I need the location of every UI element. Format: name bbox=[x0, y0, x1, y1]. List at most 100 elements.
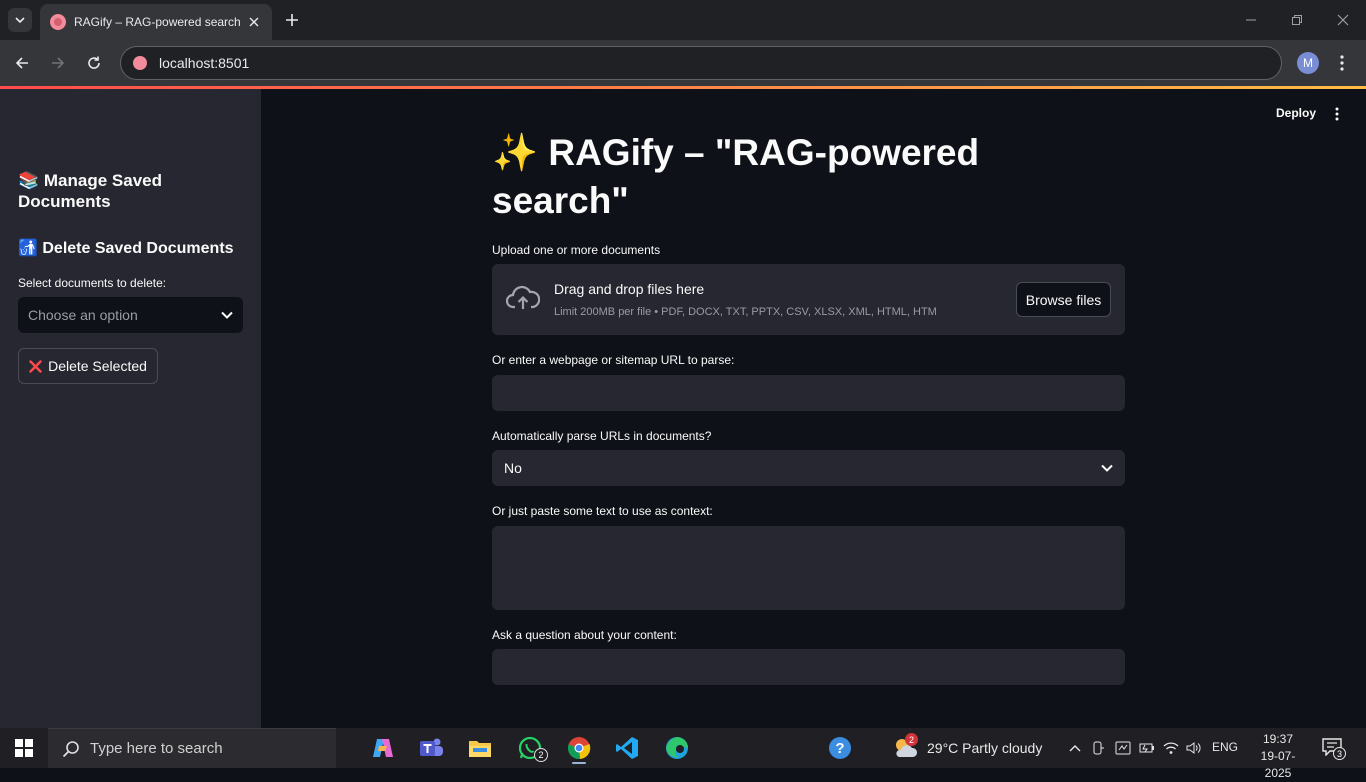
weather-text: 29°C Partly cloudy bbox=[927, 740, 1043, 756]
tab-search-button[interactable] bbox=[8, 8, 32, 32]
auto-parse-value: No bbox=[504, 460, 522, 476]
delete-selected-button[interactable]: Delete Selected bbox=[18, 348, 158, 384]
restore-button[interactable] bbox=[1274, 0, 1320, 40]
delete-selected-label: Delete Selected bbox=[48, 358, 147, 374]
sidebar: 📚 Manage Saved Documents 🚮 Delete Saved … bbox=[0, 89, 261, 728]
windows-logo-icon bbox=[15, 739, 33, 757]
back-button[interactable] bbox=[8, 49, 36, 77]
question-input[interactable] bbox=[492, 649, 1125, 685]
arrow-left-icon bbox=[15, 57, 28, 69]
auto-parse-select[interactable]: No bbox=[492, 450, 1125, 486]
notification-count: 3 bbox=[1333, 747, 1346, 760]
help-icon: ? bbox=[829, 737, 851, 759]
file-limit-text: Limit 200MB per file • PDF, DOCX, TXT, P… bbox=[554, 306, 937, 318]
multiselect-placeholder: Choose an option bbox=[28, 307, 138, 323]
search-icon bbox=[62, 740, 79, 757]
input-language[interactable]: ENG bbox=[1212, 740, 1238, 754]
delete-saved-documents-heading: 🚮 Delete Saved Documents bbox=[18, 240, 234, 257]
chevron-down-icon bbox=[1101, 464, 1113, 472]
help-app[interactable]: ? bbox=[824, 732, 856, 764]
browser-tab-active[interactable]: RAGify – RAG-powered search bbox=[40, 4, 272, 40]
edge-app[interactable] bbox=[661, 732, 693, 764]
main-content: Deploy ✨ RAGify – "RAG-powered search" U… bbox=[261, 89, 1366, 728]
copilot-icon bbox=[373, 739, 393, 757]
chrome-icon bbox=[567, 737, 591, 760]
url-text: localhost:8501 bbox=[159, 55, 250, 71]
taskbar-search-box[interactable]: Type here to search bbox=[48, 728, 336, 768]
arrow-right-icon bbox=[52, 57, 65, 69]
profile-avatar[interactable]: M bbox=[1297, 52, 1319, 74]
notification-center-button[interactable]: 3 bbox=[1322, 738, 1346, 760]
windows-taskbar: Type here to search 2 ? 2 29°C Partly cl… bbox=[0, 728, 1366, 780]
minimize-button[interactable] bbox=[1228, 0, 1274, 40]
file-explorer-app[interactable] bbox=[464, 732, 496, 764]
close-window-button[interactable] bbox=[1320, 0, 1366, 40]
tray-meet-icon[interactable] bbox=[1090, 739, 1108, 757]
deploy-button[interactable]: Deploy bbox=[1276, 106, 1316, 120]
cloud-upload-icon bbox=[505, 285, 541, 316]
start-button[interactable] bbox=[0, 728, 48, 768]
tray-app-icon[interactable] bbox=[1114, 739, 1132, 757]
whatsapp-badge: 2 bbox=[534, 748, 548, 762]
partly-cloudy-icon: 2 bbox=[893, 733, 919, 760]
drop-instructions: Drag and drop files here bbox=[554, 281, 705, 297]
chevron-up-icon bbox=[1069, 745, 1081, 752]
copilot-app[interactable] bbox=[367, 732, 399, 764]
address-bar[interactable]: localhost:8501 bbox=[120, 46, 1282, 80]
chrome-app[interactable] bbox=[563, 732, 595, 764]
context-textarea-label: Or just paste some text to use as contex… bbox=[492, 504, 713, 518]
auto-parse-label: Automatically parse URLs in documents? bbox=[492, 429, 712, 443]
chevron-down-icon bbox=[221, 311, 233, 319]
browse-files-button[interactable]: Browse files bbox=[1016, 282, 1111, 317]
red-x-icon bbox=[29, 359, 42, 373]
volume-icon[interactable] bbox=[1185, 739, 1203, 757]
select-documents-label: Select documents to delete: bbox=[18, 276, 167, 290]
documents-multiselect[interactable]: Choose an option bbox=[18, 297, 243, 333]
forward-button[interactable] bbox=[44, 49, 72, 77]
edge-icon bbox=[666, 737, 688, 759]
chevron-down-icon bbox=[15, 17, 25, 24]
context-textarea[interactable] bbox=[492, 526, 1125, 610]
active-app-indicator bbox=[572, 762, 586, 764]
manage-saved-documents-heading: 📚 Manage Saved Documents bbox=[18, 171, 162, 211]
wifi-icon[interactable] bbox=[1162, 739, 1180, 757]
page-title: ✨ RAGify – "RAG-powered search" bbox=[492, 132, 980, 221]
taskbar-clock[interactable]: 19:37 19-07-2025 bbox=[1250, 731, 1306, 782]
clock-time: 19:37 bbox=[1262, 732, 1294, 746]
show-hidden-icons[interactable] bbox=[1066, 739, 1084, 757]
minimize-icon bbox=[1246, 19, 1256, 21]
whatsapp-app[interactable]: 2 bbox=[514, 732, 548, 764]
teams-app[interactable] bbox=[415, 732, 447, 764]
url-input-label: Or enter a webpage or sitemap URL to par… bbox=[492, 353, 735, 367]
kebab-menu-icon bbox=[1340, 55, 1344, 71]
restore-icon bbox=[1292, 15, 1302, 25]
reload-icon bbox=[88, 56, 100, 69]
kebab-menu-icon bbox=[1335, 107, 1339, 121]
weather-badge: 2 bbox=[905, 733, 918, 746]
question-input-label: Ask a question about your content: bbox=[492, 628, 677, 642]
url-input[interactable] bbox=[492, 375, 1125, 411]
clock-date: 19-07-2025 bbox=[1260, 749, 1296, 780]
tab-title: RAGify – RAG-powered search bbox=[74, 15, 241, 29]
browser-menu-button[interactable] bbox=[1334, 52, 1350, 74]
file-uploader-dropzone[interactable]: Drag and drop files here Limit 200MB per… bbox=[492, 264, 1125, 335]
reload-button[interactable] bbox=[80, 49, 108, 77]
browser-toolbar: localhost:8501 M bbox=[0, 40, 1366, 86]
site-info-icon[interactable] bbox=[133, 56, 147, 70]
tab-close-icon[interactable] bbox=[246, 14, 262, 30]
new-tab-button[interactable] bbox=[280, 8, 304, 32]
weather-widget[interactable]: 2 29°C Partly cloudy bbox=[893, 728, 1042, 768]
app-menu-button[interactable] bbox=[1331, 105, 1343, 123]
svg-text:?: ? bbox=[835, 740, 844, 757]
folder-icon bbox=[469, 741, 491, 757]
vscode-icon bbox=[616, 737, 638, 759]
brain-favicon-icon bbox=[50, 14, 66, 30]
taskbar-search-placeholder: Type here to search bbox=[90, 740, 223, 757]
battery-icon[interactable] bbox=[1138, 739, 1156, 757]
close-icon bbox=[1337, 14, 1349, 26]
vscode-app[interactable] bbox=[611, 732, 643, 764]
teams-icon bbox=[420, 738, 443, 756]
browser-tabbar: RAGify – RAG-powered search bbox=[0, 0, 1366, 40]
plus-icon bbox=[286, 14, 298, 26]
upload-label: Upload one or more documents bbox=[492, 243, 661, 257]
